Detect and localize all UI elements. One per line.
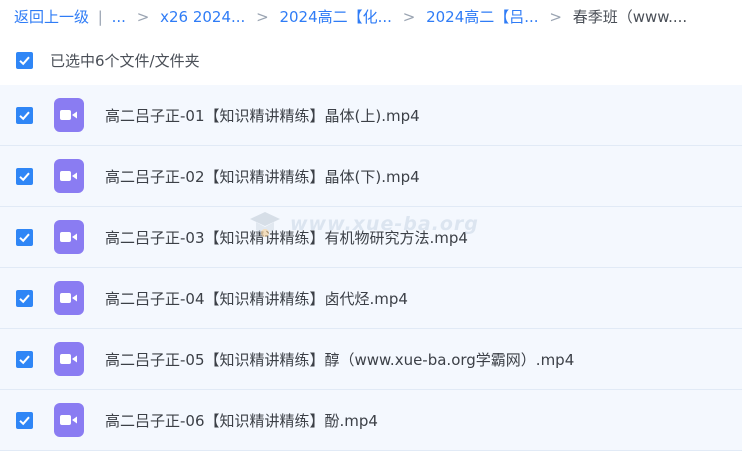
breadcrumb-separator: > [402, 8, 416, 26]
file-checkbox[interactable] [16, 411, 33, 429]
breadcrumb-separator: > [136, 8, 150, 26]
file-checkbox[interactable] [16, 167, 33, 185]
file-row[interactable]: 高二吕子正-04【知识精讲精练】卤代烃.mp4 [0, 268, 742, 329]
file-row[interactable]: 高二吕子正-02【知识精讲精练】晶体(下).mp4 [0, 146, 742, 207]
checkmark-icon [19, 294, 30, 303]
breadcrumb-item-2[interactable]: 2024高二【化... [279, 8, 391, 26]
video-icon [54, 159, 84, 193]
checkmark-icon [19, 111, 30, 120]
file-checkbox[interactable] [16, 350, 33, 368]
file-row[interactable]: 高二吕子正-01【知识精讲精练】晶体(上).mp4 [0, 85, 742, 146]
breadcrumb: 返回上一级 | ... > x26 2024... > 2024高二【化... … [14, 6, 734, 28]
file-name[interactable]: 高二吕子正-03【知识精讲精练】有机物研究方法.mp4 [105, 227, 468, 248]
file-checkbox[interactable] [16, 228, 33, 246]
file-name[interactable]: 高二吕子正-05【知识精讲精练】醇（www.xue-ba.org学霸网）.mp4 [105, 349, 574, 370]
select-all-checkbox[interactable] [16, 51, 33, 69]
back-link[interactable]: 返回上一级 [14, 8, 89, 26]
checkmark-icon [19, 355, 30, 364]
video-icon [54, 281, 84, 315]
breadcrumb-ellipsis[interactable]: ... [112, 8, 126, 26]
breadcrumb-item-3[interactable]: 2024高二【吕... [426, 8, 538, 26]
breadcrumb-divider: | [97, 8, 103, 26]
checkmark-icon [19, 233, 30, 242]
file-row[interactable]: 高二吕子正-05【知识精讲精练】醇（www.xue-ba.org学霸网）.mp4 [0, 329, 742, 390]
checkmark-icon [19, 416, 30, 425]
file-name[interactable]: 高二吕子正-06【知识精讲精练】酚.mp4 [105, 410, 378, 431]
file-row[interactable]: 高二吕子正-03【知识精讲精练】有机物研究方法.mp4 [0, 207, 742, 268]
breadcrumb-separator: > [256, 8, 269, 26]
selection-bar: 已选中6个文件/文件夹 [0, 44, 742, 76]
breadcrumb-current: 春季班（www.... [572, 8, 688, 26]
checkmark-icon [19, 56, 30, 65]
file-name[interactable]: 高二吕子正-01【知识精讲精练】晶体(上).mp4 [105, 105, 420, 126]
file-checkbox[interactable] [16, 106, 33, 124]
file-list: 高二吕子正-01【知识精讲精练】晶体(上).mp4 高二吕子正-02【知识精讲精… [0, 85, 742, 451]
selection-count-label: 已选中6个文件/文件夹 [50, 51, 200, 70]
checkmark-icon [19, 172, 30, 181]
video-icon [54, 342, 84, 376]
video-icon [54, 403, 84, 437]
file-row[interactable]: 高二吕子正-06【知识精讲精练】酚.mp4 [0, 390, 742, 451]
file-name[interactable]: 高二吕子正-04【知识精讲精练】卤代烃.mp4 [105, 288, 408, 309]
file-name[interactable]: 高二吕子正-02【知识精讲精练】晶体(下).mp4 [105, 166, 420, 187]
breadcrumb-item-1[interactable]: x26 2024... [160, 8, 245, 26]
video-icon [54, 220, 84, 254]
breadcrumb-separator: > [549, 8, 562, 26]
file-checkbox[interactable] [16, 289, 33, 307]
video-icon [54, 98, 84, 132]
